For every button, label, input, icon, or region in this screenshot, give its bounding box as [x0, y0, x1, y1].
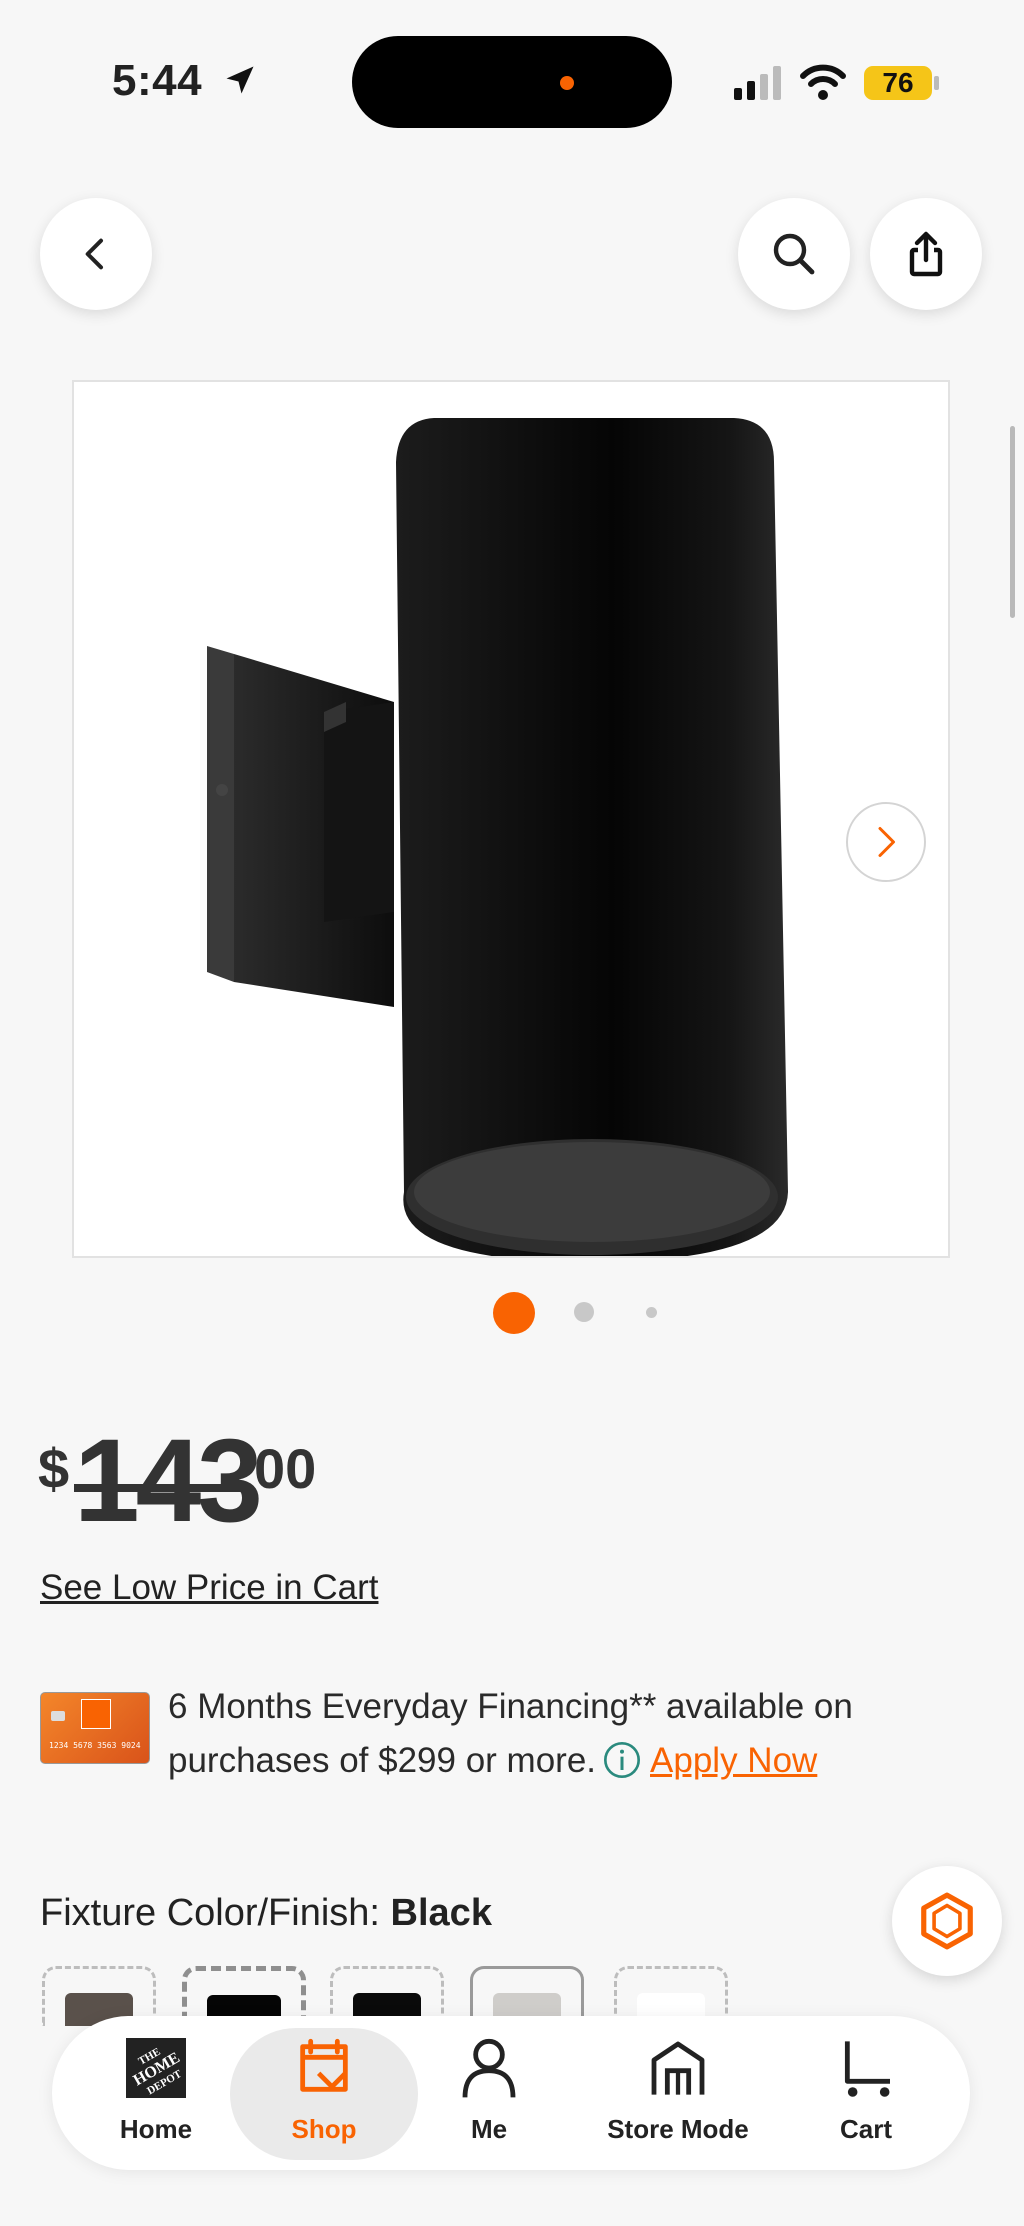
assistant-button[interactable]	[892, 1866, 1002, 1976]
tab-cart[interactable]: Cart	[776, 2036, 956, 2145]
location-arrow-icon	[226, 66, 254, 94]
chevron-right-icon	[878, 827, 895, 857]
fixture-finish-label: Fixture Color/Finish: Black	[40, 1892, 492, 1935]
see-low-price-link[interactable]: See Low Price in Cart	[40, 1568, 378, 1608]
wall-light-fixture-image	[207, 418, 788, 1256]
tab-home[interactable]: THE HOME DEPOT Home	[66, 2036, 246, 2145]
share-button[interactable]	[870, 198, 982, 310]
scrollbar[interactable]	[1010, 426, 1015, 618]
tab-me[interactable]: Me	[399, 2036, 579, 2145]
tab-label: Home	[119, 2114, 193, 2144]
financing-text: 6 Months Everyday Financing** available …	[168, 1680, 948, 1788]
tab-shop[interactable]: Shop	[234, 2036, 414, 2145]
price-cents: 00	[254, 1437, 317, 1500]
fixture-finish-value: Black	[390, 1892, 492, 1934]
carousel-dot-active[interactable]	[493, 1292, 535, 1334]
battery-indicator: 76	[864, 66, 932, 100]
tab-label: Me	[470, 2114, 508, 2144]
tab-store-mode[interactable]: Store Mode	[588, 2036, 768, 2145]
person-icon	[462, 2038, 516, 2098]
next-image-button[interactable]	[846, 802, 926, 882]
home-depot-card-logo	[81, 1699, 111, 1729]
hexagon-assistant-icon	[921, 1892, 973, 1950]
product-image[interactable]	[72, 380, 950, 1258]
recording-dot	[560, 76, 574, 90]
carousel-dot[interactable]	[646, 1307, 657, 1318]
cellular-signal-icon	[734, 66, 781, 100]
dynamic-island	[352, 36, 672, 128]
cart-icon	[844, 2041, 890, 2097]
battery-tip	[934, 76, 939, 90]
home-depot-logo-icon: THE HOME DEPOT	[126, 2038, 186, 2098]
search-icon	[773, 233, 815, 275]
back-button[interactable]	[40, 198, 152, 310]
search-button[interactable]	[738, 198, 850, 310]
store-icon	[651, 2041, 705, 2095]
status-time: 5:44	[112, 56, 203, 105]
card-number: 1234 5678 3563 9024	[49, 1741, 141, 1750]
apply-now-link[interactable]: Apply Now	[650, 1741, 817, 1780]
tab-label: Store Mode	[607, 2114, 749, 2144]
info-icon[interactable]	[602, 1740, 642, 1780]
price-strikethrough	[74, 1484, 250, 1492]
shop-icon	[300, 2038, 348, 2092]
carousel-dot[interactable]	[574, 1302, 594, 1322]
share-icon	[909, 231, 943, 277]
wifi-icon	[800, 64, 846, 100]
tab-label: Shop	[291, 2114, 357, 2144]
price-dollars: 143	[74, 1415, 263, 1547]
credit-card-image: 1234 5678 3563 9024	[40, 1692, 150, 1764]
price-currency: $	[38, 1437, 70, 1500]
chevron-left-icon	[85, 238, 103, 270]
tab-label: Cart	[839, 2114, 892, 2144]
card-chip	[51, 1711, 65, 1721]
fixture-finish-key: Fixture Color/Finish:	[40, 1892, 391, 1934]
